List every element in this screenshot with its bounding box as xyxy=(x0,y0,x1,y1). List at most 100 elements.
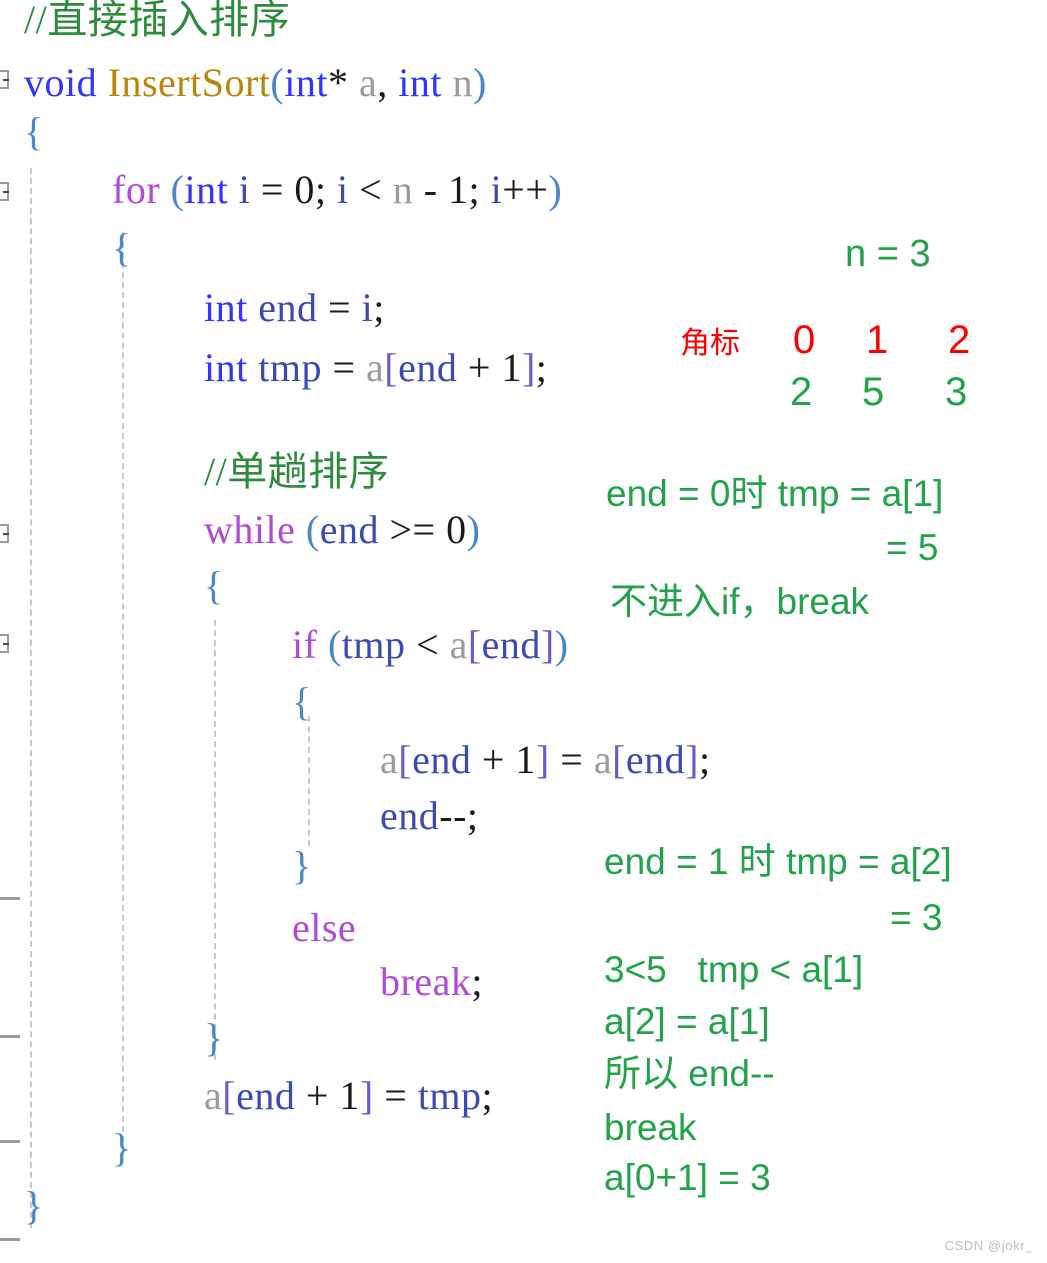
annotation-pass-two-line-7: a[0+1] = 3 xyxy=(604,1157,771,1198)
code-token: ( xyxy=(327,622,342,667)
code-line-decl-tmp[interactable]: int tmp = a[end + 1]; xyxy=(204,348,547,388)
code-line-final-assign[interactable]: a[end + 1] = tmp; xyxy=(204,1076,493,1116)
code-line-comment-single-pass[interactable]: //单趟排序 xyxy=(204,452,389,492)
annotation-value-1: 5 xyxy=(862,370,885,414)
editor-gutter[interactable] xyxy=(0,0,26,1263)
code-token: ) xyxy=(472,60,487,105)
code-token: int xyxy=(184,167,229,212)
code-line-fn-close-brace[interactable]: } xyxy=(24,1186,44,1226)
code-token: ( xyxy=(170,167,185,212)
annotation-pass-two-line-1: end = 1 时 tmp = a[2] xyxy=(604,841,952,882)
code-token: int xyxy=(284,60,328,105)
code-token: end xyxy=(380,793,440,838)
code-token: end xyxy=(481,622,541,667)
code-line-while-open-brace[interactable]: { xyxy=(204,566,224,606)
code-token: for xyxy=(112,167,161,212)
indent-guide-4 xyxy=(308,716,310,846)
code-line-else-keyword[interactable]: else xyxy=(292,908,356,948)
code-line-for-loop[interactable]: for (int i = 0; i < n - 1; i++) xyxy=(112,170,562,210)
annotation-value-0: 2 xyxy=(790,370,813,414)
code-token: { xyxy=(112,225,132,270)
code-line-while-loop[interactable]: while (end >= 0) xyxy=(204,510,480,550)
code-token: ] xyxy=(359,1073,374,1118)
code-token: + xyxy=(295,1073,340,1118)
code-token: n xyxy=(392,167,414,212)
code-line-if-condition[interactable]: if (tmp < a[end]) xyxy=(292,625,569,665)
annotation-index-0: 0 xyxy=(793,318,816,362)
code-token: tmp xyxy=(341,622,406,667)
indent-guide-1 xyxy=(30,168,32,1228)
fold-marker-for[interactable] xyxy=(0,182,9,201)
code-token: ( xyxy=(270,60,285,105)
code-line-if-close-brace[interactable]: } xyxy=(292,846,312,886)
code-token: a xyxy=(366,345,385,390)
code-line-if-open-brace[interactable]: { xyxy=(292,682,312,722)
code-line-comment-header[interactable]: //直接插入排序 xyxy=(24,0,290,40)
code-line-for-close-brace[interactable]: } xyxy=(112,1128,132,1168)
code-token: 1 xyxy=(448,167,469,212)
annotation-pass-two-line-6: break xyxy=(604,1107,697,1148)
fold-marker-function[interactable] xyxy=(0,70,9,89)
code-token: a xyxy=(204,1073,223,1118)
code-token: } xyxy=(204,1015,224,1060)
indent-guide-2 xyxy=(122,232,124,1152)
annotation-index-1: 1 xyxy=(866,318,889,362)
indent-guide-3 xyxy=(214,620,216,1060)
fold-marker-if[interactable] xyxy=(0,634,9,653)
annotation-value-2: 3 xyxy=(945,370,968,414)
code-token: } xyxy=(112,1125,132,1170)
code-token: + xyxy=(471,737,516,782)
watermark: CSDN @jokr_ xyxy=(944,1238,1033,1253)
code-line-break-statement[interactable]: break; xyxy=(380,962,483,1002)
code-line-fn-open-brace[interactable]: { xyxy=(24,112,44,152)
code-token: int xyxy=(398,60,442,105)
code-token: { xyxy=(292,679,312,724)
code-token: ( xyxy=(305,507,320,552)
code-token: end xyxy=(319,507,379,552)
code-token: a xyxy=(380,737,399,782)
code-token: i xyxy=(337,167,349,212)
code-screenshot: //直接插入排序 void InsertSort(int* a, int n) { f… xyxy=(0,0,1047,1263)
code-line-while-close-brace[interactable]: } xyxy=(204,1018,224,1058)
code-token: a xyxy=(358,60,378,105)
code-token: a xyxy=(593,737,613,782)
annotation-index-label: 角标 xyxy=(680,327,740,360)
code-token: = xyxy=(321,345,367,390)
code-token: < xyxy=(348,167,393,212)
code-token: ) xyxy=(466,507,481,552)
code-token: tmp xyxy=(417,1073,482,1118)
code-line-for-open-brace[interactable]: { xyxy=(112,228,132,268)
code-token: [ xyxy=(612,737,626,782)
code-token: ; xyxy=(468,167,491,212)
code-token: //单趟排序 xyxy=(204,449,390,494)
code-token: ; xyxy=(471,959,483,1004)
code-token: ) xyxy=(554,622,569,667)
fold-end-line-function xyxy=(0,1238,20,1241)
fold-marker-while[interactable] xyxy=(0,524,9,543)
code-line-end-decrement[interactable]: end--; xyxy=(380,796,479,836)
code-line-fn-signature[interactable]: void InsertSort(int* a, int n) xyxy=(24,63,487,103)
annotation-pass-one-line-2: = 5 xyxy=(886,527,939,568)
code-token: + xyxy=(457,345,502,390)
code-token: 1 xyxy=(339,1073,360,1118)
code-token: = xyxy=(373,1073,418,1118)
code-line-decl-end[interactable]: int end = i; xyxy=(204,288,385,328)
code-token: = xyxy=(317,285,362,330)
code-token: [ xyxy=(384,345,399,390)
code-token: end xyxy=(412,737,472,782)
annotation-pass-two-line-4: a[2] = a[1] xyxy=(604,1001,770,1042)
code-token: //直接插入排序 xyxy=(24,0,291,42)
code-token: , xyxy=(377,60,399,105)
code-token: [ xyxy=(398,737,413,782)
code-token: ] xyxy=(535,737,550,782)
code-line-shift-assign[interactable]: a[end + 1] = a[end]; xyxy=(380,740,711,780)
annotation-pass-one-line-1: end = 0时 tmp = a[1] xyxy=(606,473,944,514)
annotation-pass-two-line-2: = 3 xyxy=(890,897,943,938)
code-token: { xyxy=(204,563,224,608)
